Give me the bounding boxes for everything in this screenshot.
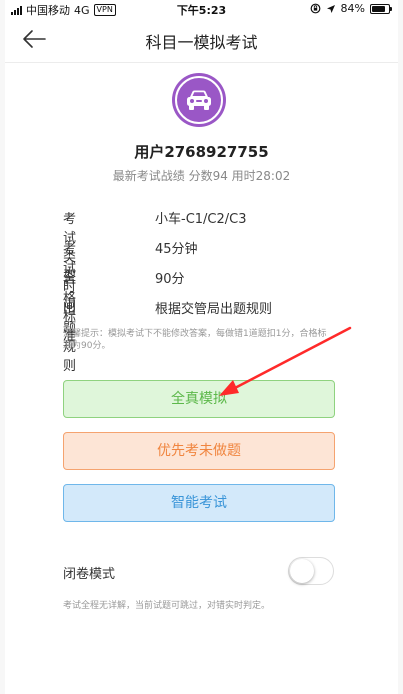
- nav-divider: [5, 62, 398, 63]
- username: 用户2768927755: [134, 143, 269, 161]
- exam-tip: 温馨提示：模拟考试下不能修改答案，每做错1道题扣1分，合格标准为90分。: [63, 329, 327, 351]
- closed-mode-description: 考试全程无详解，当前试题可跳过，对错实时判定。: [63, 601, 271, 611]
- latest-record: 最新考试战绩 分数94 用时28:02: [112, 169, 291, 183]
- nav-bar: 科目一模拟考试: [5, 18, 398, 62]
- avatar: [172, 73, 226, 127]
- smart-exam-button[interactable]: 智能考试: [63, 484, 335, 522]
- battery-fill: [372, 5, 386, 12]
- toggle-knob: [290, 559, 314, 583]
- closed-mode-toggle[interactable]: [288, 557, 334, 585]
- info-value: 小车-C1/C2/C3: [155, 212, 247, 227]
- page-title: 科目一模拟考试: [145, 33, 258, 52]
- car-icon: [187, 90, 211, 110]
- closed-mode-label: 闭卷模式: [63, 567, 116, 582]
- location-arrow-icon: [326, 4, 335, 13]
- undone-questions-button[interactable]: 优先考未做题: [63, 432, 335, 470]
- full-simulation-button[interactable]: 全真模拟: [63, 380, 335, 418]
- info-value: 90分: [155, 272, 185, 287]
- info-value: 45分钟: [155, 242, 198, 257]
- battery-icon: [370, 3, 392, 14]
- status-bar: 中国移动 4G VPN 下午5:23 84%: [5, 0, 398, 18]
- status-right: 84%: [310, 2, 392, 15]
- app-frame: 中国移动 4G VPN 下午5:23 84% 科目一模拟考试 用户2768927…: [5, 0, 398, 694]
- info-value: 根据交管局出题规则: [155, 302, 273, 317]
- avatar-ring: [175, 76, 223, 124]
- battery-percent: 84%: [340, 2, 365, 15]
- rotation-lock-icon: [310, 3, 320, 14]
